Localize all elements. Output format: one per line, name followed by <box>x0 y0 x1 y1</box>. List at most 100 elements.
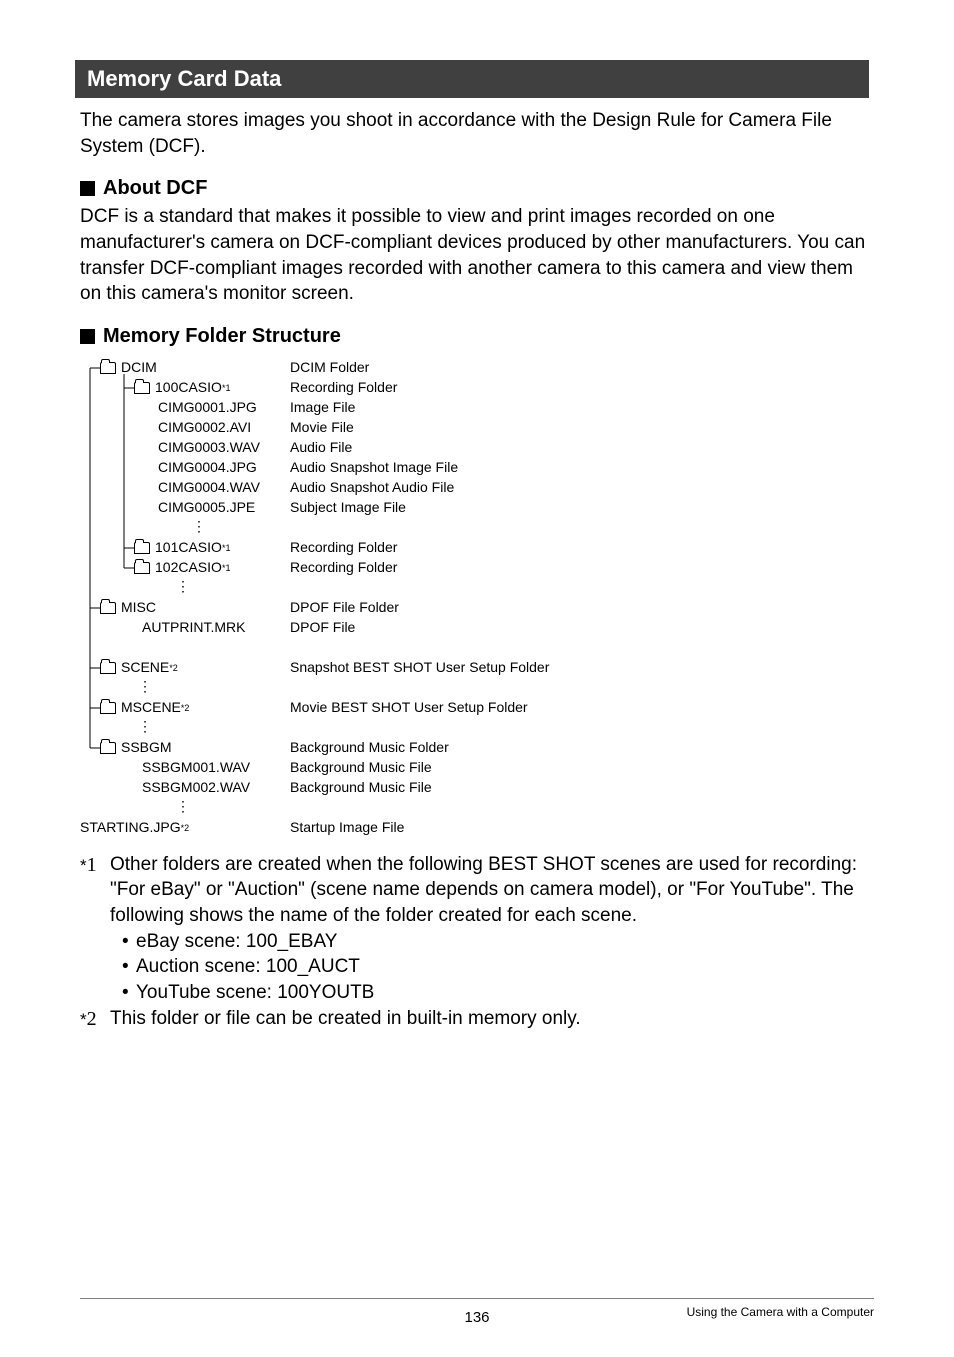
tree-item-description: Movie File <box>290 420 354 435</box>
footer-section: Using the Camera with a Computer <box>687 1305 874 1319</box>
tree-item-description: Startup Image File <box>290 820 404 835</box>
tree-item-label: SCENE <box>121 660 169 675</box>
tree-row: ⋮ <box>80 718 874 738</box>
tree-item-label: CIMG0003.WAV <box>158 440 260 455</box>
tree-item-label: 100CASIO <box>155 380 222 395</box>
tree-row: SSBGM Background Music Folder <box>80 738 874 758</box>
vertical-dots-icon: ⋮ <box>136 684 152 690</box>
about-dcf-heading: About DCF <box>80 177 874 200</box>
tree-row: DCIM DCIM Folder <box>80 358 874 378</box>
tree-item-label: CIMG0004.WAV <box>158 480 260 495</box>
folder-icon <box>100 742 116 754</box>
tree-item-label: STARTING.JPG <box>80 820 181 835</box>
bullet-text: YouTube scene: 100YOUTB <box>136 980 374 1006</box>
tree-item-description: Snapshot BEST SHOT User Setup Folder <box>290 660 549 675</box>
folder-icon <box>100 662 116 674</box>
section-header: Memory Card Data <box>75 60 869 98</box>
footnote-bullet: •Auction scene: 100_AUCT <box>80 954 874 980</box>
tree-row: CIMG0004.JPG Audio Snapshot Image File <box>80 458 874 478</box>
folder-icon <box>134 382 150 394</box>
footnote-1: *1 Other folders are created when the fo… <box>80 852 874 929</box>
tree-item-label: MSCENE <box>121 700 181 715</box>
superscript-note: *2 <box>169 664 178 674</box>
tree-row: ⋮ <box>80 798 874 818</box>
page-footer: 136 Using the Camera with a Computer <box>80 1298 874 1319</box>
vertical-dots-icon: ⋮ <box>174 804 190 810</box>
memory-folder-heading-text: Memory Folder Structure <box>103 325 341 348</box>
tree-row: AUTPRINT.MRK DPOF File <box>80 618 874 638</box>
tree-item-label: DCIM <box>121 360 157 375</box>
tree-row: MISC DPOF File Folder <box>80 598 874 618</box>
bullet-icon: • <box>122 929 136 955</box>
tree-item-label: 102CASIO <box>155 560 222 575</box>
tree-item-description: DCIM Folder <box>290 360 369 375</box>
intro-paragraph: The camera stores images you shoot in ac… <box>80 108 874 159</box>
tree-item-description: Recording Folder <box>290 540 397 555</box>
tree-row: MSCENE *2 Movie BEST SHOT User Setup Fold… <box>80 698 874 718</box>
tree-row: ⋮ <box>80 578 874 598</box>
about-dcf-heading-text: About DCF <box>103 177 207 200</box>
footnotes: *1 Other folders are created when the fo… <box>80 852 874 1033</box>
superscript-note: *1 <box>222 544 231 554</box>
tree-row: SCENE *2 Snapshot BEST SHOT User Setup Fo… <box>80 658 874 678</box>
tree-item-description: Audio Snapshot Audio File <box>290 480 454 495</box>
folder-tree: DCIM DCIM Folder 100CASIO *1 Recording Fold… <box>80 358 874 838</box>
folder-icon <box>100 362 116 374</box>
tree-item-label: AUTPRINT.MRK <box>142 620 245 635</box>
footnote-2-text: This folder or file can be created in bu… <box>110 1006 581 1032</box>
folder-icon <box>100 602 116 614</box>
tree-item-description: Background Music File <box>290 780 432 795</box>
vertical-dots-icon: ⋮ <box>174 584 190 590</box>
tree-row: CIMG0004.WAV Audio Snapshot Audio File <box>80 478 874 498</box>
tree-item-label: CIMG0002.AVI <box>158 420 251 435</box>
tree-row: CIMG0005.JPESubject Image File <box>80 498 874 518</box>
superscript-note: *2 <box>181 704 190 714</box>
tree-row: 100CASIO *1 Recording Folder <box>80 378 874 398</box>
footnote-marker: *2 <box>80 1006 110 1033</box>
tree-item-label: CIMG0005.JPE <box>158 500 255 515</box>
tree-item-description: DPOF File Folder <box>290 600 399 615</box>
tree-row: STARTING.JPG *2 Startup Image File <box>80 818 874 838</box>
footnote-2: *2 This folder or file can be created in… <box>80 1006 874 1033</box>
bullet-text: eBay scene: 100_EBAY <box>136 929 337 955</box>
tree-row: 101CASIO *1Recording Folder <box>80 538 874 558</box>
tree-item-label: SSBGM <box>121 740 172 755</box>
tree-item-label: CIMG0001.JPG <box>158 400 257 415</box>
folder-icon <box>134 542 150 554</box>
tree-row: ⋮ <box>80 678 874 698</box>
tree-row <box>80 638 874 658</box>
tree-row: CIMG0001.JPGImage File <box>80 398 874 418</box>
tree-item-label: MISC <box>121 600 156 615</box>
vertical-dots-icon: ⋮ <box>136 724 152 730</box>
tree-item-description: Movie BEST SHOT User Setup Folder <box>290 700 528 715</box>
tree-item-description: Background Music File <box>290 760 432 775</box>
superscript-note: *1 <box>222 564 231 574</box>
tree-item-description: Audio Snapshot Image File <box>290 460 458 475</box>
superscript-note: *1 <box>222 384 231 394</box>
folder-icon <box>100 702 116 714</box>
folder-icon <box>134 562 150 574</box>
tree-item-label: CIMG0004.JPG <box>158 460 257 475</box>
superscript-note: *2 <box>181 824 190 834</box>
tree-item-description: Background Music Folder <box>290 740 449 755</box>
tree-item-description: DPOF File <box>290 620 355 635</box>
about-dcf-paragraph: DCF is a standard that makes it possible… <box>80 204 874 307</box>
tree-item-description: Audio File <box>290 440 352 455</box>
bullet-text: Auction scene: 100_AUCT <box>136 954 360 980</box>
tree-row: CIMG0003.WAV Audio File <box>80 438 874 458</box>
memory-folder-heading: Memory Folder Structure <box>80 325 874 348</box>
tree-row: ⋮ <box>80 518 874 538</box>
tree-row: SSBGM001.WAV Background Music File <box>80 758 874 778</box>
bullet-icon: • <box>122 980 136 1006</box>
footnote-bullet: •eBay scene: 100_EBAY <box>80 929 874 955</box>
tree-item-label: SSBGM002.WAV <box>142 780 250 795</box>
footnote-bullet: •YouTube scene: 100YOUTB <box>80 980 874 1006</box>
tree-item-description: Recording Folder <box>290 380 397 395</box>
vertical-dots-icon: ⋮ <box>190 524 206 530</box>
square-bullet-icon <box>80 329 95 344</box>
bullet-icon: • <box>122 954 136 980</box>
tree-row: 102CASIO *1Recording Folder <box>80 558 874 578</box>
tree-item-label: SSBGM001.WAV <box>142 760 250 775</box>
square-bullet-icon <box>80 181 95 196</box>
footnote-marker: *1 <box>80 852 110 879</box>
